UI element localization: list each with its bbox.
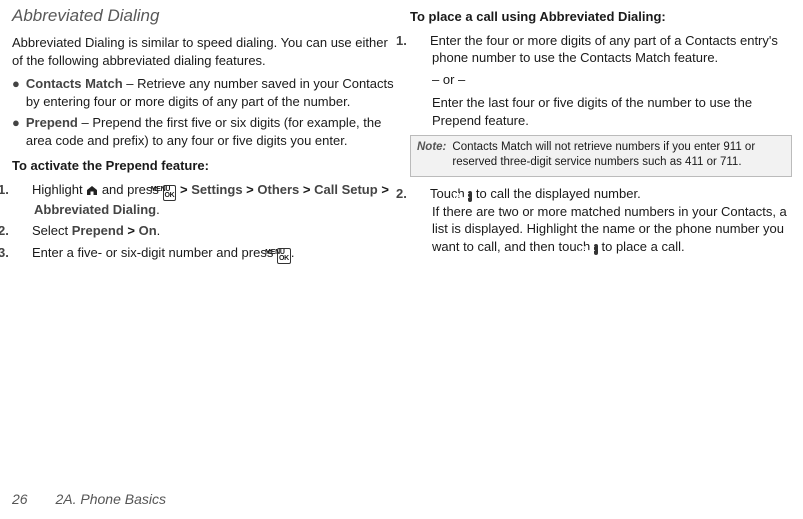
right-step-2: 2.Touch TALK to call the displayed numbe… (432, 185, 792, 255)
home-icon (86, 185, 98, 196)
bullet-text: Prepend – Prepend the first five or six … (26, 114, 394, 149)
step-3: 3.Enter a five- or six-digit number and … (34, 244, 394, 264)
page-number: 26 (12, 491, 28, 507)
step-text: Highlight and press MENUOK > Settings > … (32, 182, 389, 217)
step-text: Enter the four or more digits of any par… (430, 33, 778, 66)
bullet-contacts-match: ● Contacts Match – Retrieve any number s… (12, 75, 394, 110)
step-text: Touch TALK to call the displayed number.… (430, 186, 787, 254)
bullet-rest: – Prepend the first five or six digits (… (26, 115, 381, 148)
step-number: 1. (414, 32, 430, 50)
note-label: Note: (417, 140, 446, 170)
prepend-alt-text: Enter the last four or five digits of th… (432, 94, 792, 129)
bullet-dot: ● (12, 114, 20, 149)
step-1: 1.Highlight and press MENUOK > Settings … (34, 181, 394, 219)
bullet-dot: ● (12, 75, 20, 110)
step-text: Select Prepend > On. (32, 223, 160, 238)
bullet-prepend: ● Prepend – Prepend the first five or si… (12, 114, 394, 149)
step-number: 1. (16, 181, 32, 199)
section-title: Abbreviated Dialing (12, 6, 394, 26)
intro-paragraph: Abbreviated Dialing is similar to speed … (12, 34, 394, 69)
note-text: Contacts Match will not retrieve numbers… (452, 140, 785, 170)
note-box: Note: Contacts Match will not retrieve n… (410, 135, 792, 177)
menu-ok-icon: MENUOK (277, 248, 291, 264)
step-2: 2.Select Prepend > On. (34, 222, 394, 240)
or-divider: – or – (432, 71, 792, 89)
bullet-text: Contacts Match – Retrieve any number sav… (26, 75, 394, 110)
menu-ok-icon: MENUOK (163, 185, 177, 201)
term-prepend: Prepend (26, 115, 78, 130)
page-footer: 26 2A. Phone Basics (12, 491, 166, 507)
right-step-1: 1.Enter the four or more digits of any p… (432, 32, 792, 67)
step-number: 2. (16, 222, 32, 240)
activate-heading: To activate the Prepend feature: (12, 157, 394, 175)
section-label: 2A. Phone Basics (55, 491, 166, 507)
term-contacts-match: Contacts Match (26, 76, 123, 91)
step-number: 2. (414, 185, 430, 203)
step-number: 3. (16, 244, 32, 262)
place-call-heading: To place a call using Abbreviated Dialin… (410, 8, 792, 26)
step-text: Enter a five- or six-digit number and pr… (32, 245, 294, 260)
